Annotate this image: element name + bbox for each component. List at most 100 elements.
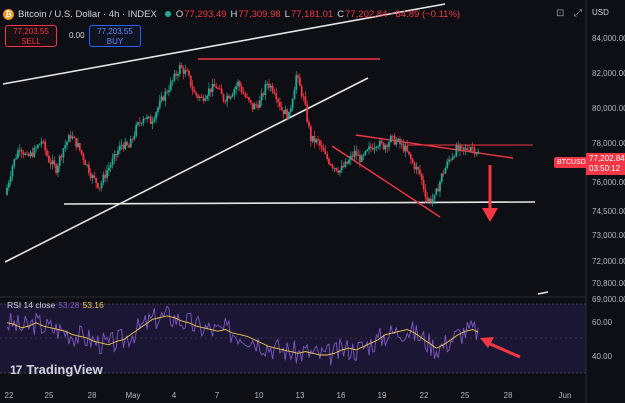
candle-body — [200, 96, 203, 98]
candle-body — [269, 85, 272, 88]
candle-body — [344, 161, 347, 167]
candle-body — [466, 148, 469, 150]
candle-body — [448, 159, 450, 162]
candle-body — [415, 166, 418, 170]
symbol-title[interactable]: Bitcoin / U.S. Dollar · 4h · INDEX — [18, 9, 157, 20]
candle-body — [38, 143, 41, 145]
candle-body — [106, 170, 108, 178]
time-tick: May — [125, 391, 141, 400]
candle-body — [424, 188, 427, 198]
candle-body — [58, 156, 61, 166]
candle-body — [215, 86, 218, 89]
ohlc-high-value: 77,309.98 — [238, 8, 281, 20]
time-tick: 28 — [87, 391, 97, 400]
candle-body — [362, 154, 365, 156]
candle-body — [9, 176, 12, 183]
candle-body — [98, 187, 101, 189]
candle-body — [280, 106, 283, 111]
candle-body — [46, 150, 48, 156]
candle-body — [453, 156, 456, 158]
candle-body — [457, 145, 460, 151]
candle-body — [109, 165, 112, 168]
candle-body — [319, 140, 321, 146]
candle-body — [40, 141, 43, 144]
candle-body — [173, 73, 176, 81]
candle-body — [348, 159, 350, 164]
candle-body — [291, 99, 294, 109]
candle-body — [64, 145, 67, 149]
candle-body — [155, 112, 158, 119]
buy-price: 77,203.55 — [97, 27, 133, 36]
candle-body — [273, 91, 276, 94]
candle-body — [80, 149, 83, 154]
candle-body — [157, 107, 159, 113]
candle-body — [220, 88, 223, 95]
sell-button[interactable]: 77,203.55 SELL — [5, 25, 57, 47]
candle-body — [204, 98, 207, 101]
candle-body — [188, 71, 190, 76]
screenshot-icon[interactable]: ⊡ — [556, 8, 564, 19]
time-tick: 28 — [503, 391, 513, 400]
candle-body — [193, 90, 196, 93]
time-tick: 4 — [171, 391, 177, 400]
candle-body — [282, 110, 285, 115]
candle-body — [417, 166, 420, 170]
candle-body — [393, 135, 396, 145]
market-status-dot — [164, 11, 171, 17]
candle-body — [191, 86, 194, 91]
candle-body — [439, 181, 441, 192]
candle-body — [297, 75, 299, 78]
support-line[interactable] — [63, 201, 536, 205]
time-tick: 10 — [254, 391, 264, 400]
candle-body — [75, 137, 78, 148]
candle-body — [275, 93, 278, 100]
fullscreen-icon[interactable]: ⤢ — [574, 8, 582, 19]
candle-body — [73, 136, 76, 138]
chart-canvas[interactable] — [0, 0, 625, 403]
down-arrow[interactable] — [482, 165, 498, 222]
candle-body — [238, 81, 241, 87]
candle-body — [328, 158, 330, 164]
candle-body — [406, 145, 409, 152]
candle-body — [11, 166, 14, 177]
candle-body — [384, 145, 387, 150]
currency-label[interactable]: USD — [592, 8, 609, 17]
candle-body — [158, 100, 161, 108]
candle-body — [293, 89, 296, 100]
candle-body — [62, 148, 65, 158]
last-price-label: 77,202.84 03:50:12 — [586, 153, 625, 175]
candle-body — [300, 85, 303, 97]
candle-body — [262, 93, 265, 95]
candle-body — [82, 153, 85, 161]
candle-body — [67, 135, 70, 142]
candle-body — [302, 96, 305, 98]
buy-button[interactable]: 77,203.55 BUY — [89, 25, 141, 47]
candle-body — [104, 174, 107, 178]
candle-body — [169, 81, 172, 91]
candle-body — [260, 93, 263, 101]
candle-body — [129, 138, 132, 148]
candle-body — [289, 108, 292, 112]
candle-body — [168, 90, 170, 93]
candle-body — [44, 141, 47, 151]
candle-body — [324, 151, 327, 154]
small-line-tool[interactable] — [537, 291, 549, 295]
candle-body — [351, 155, 354, 157]
price-tick: 76,000.00 — [592, 178, 625, 187]
candle-body — [470, 147, 472, 151]
ohlc-open-value: 77,293.49 — [184, 8, 227, 20]
candle-body — [97, 183, 99, 188]
candle-body — [113, 153, 116, 159]
candle-body — [304, 96, 307, 105]
candle-body — [142, 118, 145, 123]
candle-body — [57, 165, 59, 173]
candle-body — [409, 154, 412, 160]
candle-body — [475, 153, 478, 155]
candle-body — [186, 70, 189, 72]
candle-body — [404, 145, 407, 152]
rsi-legend[interactable]: RSI 14 close 53.28 53.16 — [7, 300, 104, 310]
candle-body — [69, 135, 72, 139]
price-tick: 73,000.00 — [592, 231, 625, 240]
candle-body — [317, 139, 319, 141]
candle-body — [66, 141, 68, 146]
